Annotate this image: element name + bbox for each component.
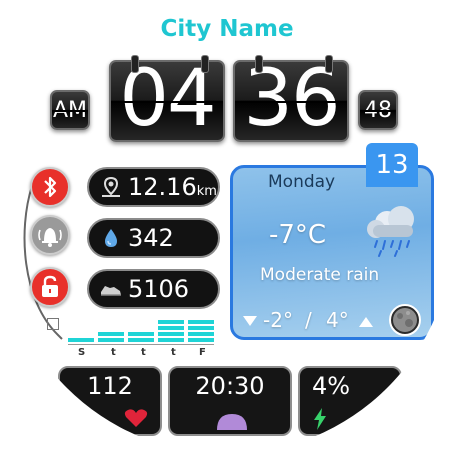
bluetooth-button[interactable] <box>30 167 70 207</box>
water-drop-icon <box>105 229 117 247</box>
battery-tile[interactable]: 4% <box>298 366 402 436</box>
activity-bar <box>188 338 214 342</box>
alarm-time-tile[interactable]: 20:30 <box>168 366 292 436</box>
alarm-time-value: 20:30 <box>195 372 265 400</box>
activity-bar <box>128 332 154 336</box>
lightning-icon <box>314 408 326 430</box>
distance-unit: km <box>196 184 217 199</box>
alarm-bell-icon <box>38 228 62 247</box>
weather-condition: Moderate rain <box>260 265 380 285</box>
steps-pill[interactable]: 5106 <box>87 269 220 309</box>
day-label: S <box>78 347 86 358</box>
sun-icon <box>217 414 247 430</box>
temperature-high: 4° <box>326 308 349 332</box>
temperature-separator: / <box>305 308 312 332</box>
lock-icon <box>42 275 58 297</box>
alarm-button[interactable] <box>30 215 70 255</box>
activity-bar <box>98 332 124 336</box>
activity-chart-icon <box>47 318 59 330</box>
temperature-low: -2° <box>263 308 293 332</box>
day-label: t <box>141 347 146 358</box>
current-temperature: -7°C <box>269 220 327 250</box>
activity-bar <box>188 332 214 336</box>
activity-bar <box>158 320 184 324</box>
activity-bar <box>188 320 214 324</box>
high-arrow-icon <box>359 317 373 327</box>
activity-bar <box>98 338 124 342</box>
heart-rate-value: 112 <box>87 372 133 400</box>
activity-bar <box>188 326 214 330</box>
activity-bar <box>128 338 154 342</box>
steps-value: 5106 <box>128 275 190 303</box>
day-label: t <box>171 347 176 358</box>
heart-icon <box>124 409 148 427</box>
activity-bar <box>158 326 184 330</box>
shoe-icon <box>101 286 121 296</box>
activity-bar <box>68 338 94 342</box>
moon-phase-icon <box>389 304 421 336</box>
heart-rate-tile[interactable]: 112 <box>58 366 162 436</box>
day-label: t <box>111 347 116 358</box>
water-value: 342 <box>128 224 174 252</box>
rain-cloud-icon <box>367 206 414 257</box>
bluetooth-icon <box>44 176 57 198</box>
activity-bar <box>158 338 184 342</box>
battery-value: 4% <box>312 372 351 400</box>
date-badge: 13 <box>366 143 418 187</box>
watch-face: City Name AM 04 36 48 12.16km 342 5106 M… <box>0 0 454 454</box>
water-pill[interactable]: 342 <box>87 218 220 258</box>
distance-value: 12.16 <box>128 173 197 201</box>
location-pin-icon <box>102 176 120 197</box>
activity-bar <box>158 332 184 336</box>
weekday: Monday <box>268 172 336 192</box>
activity-baseline <box>68 344 214 345</box>
lock-button[interactable] <box>30 267 70 307</box>
low-arrow-icon <box>243 316 257 326</box>
day-label: F <box>199 347 206 358</box>
distance-pill[interactable]: 12.16km <box>87 167 220 207</box>
